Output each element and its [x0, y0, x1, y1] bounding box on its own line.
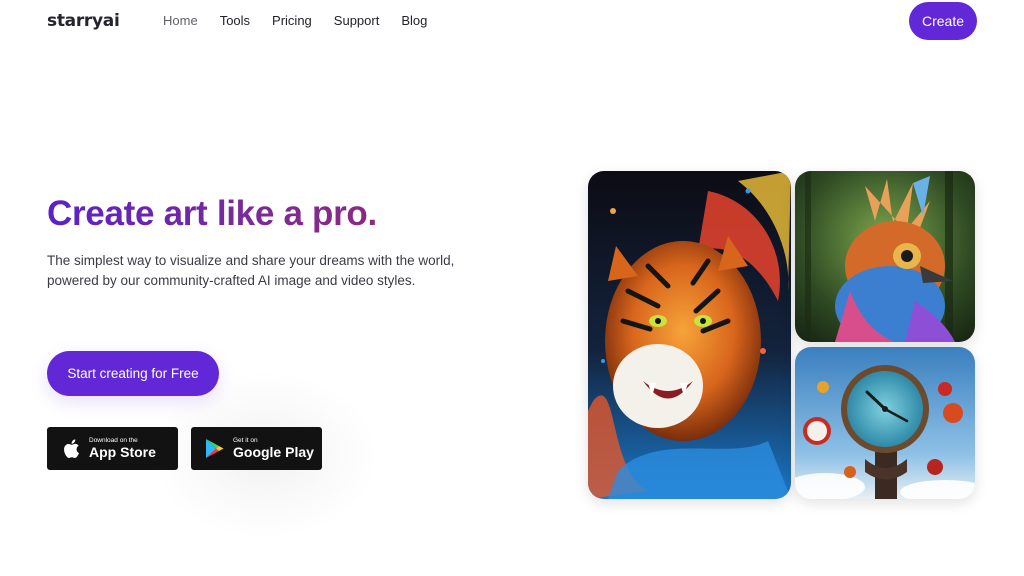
- hero-headline: Create art like a pro.: [47, 194, 377, 233]
- create-button[interactable]: Create: [909, 2, 977, 40]
- google-play-icon: [204, 438, 226, 460]
- apple-icon: [60, 438, 82, 460]
- app-store-caption: Download on the: [89, 437, 138, 444]
- app-store-badge[interactable]: Download on the App Store: [47, 427, 178, 470]
- nav-link-home[interactable]: Home: [163, 13, 198, 28]
- google-play-label: Google Play: [233, 444, 314, 460]
- nav-link-pricing[interactable]: Pricing: [272, 13, 312, 28]
- bird-artwork: [795, 171, 975, 342]
- nav-links: Home Tools Pricing Support Blog: [163, 13, 427, 28]
- top-nav: starryai Home Tools Pricing Support Blog…: [0, 0, 1024, 44]
- tiger-artwork: [588, 171, 791, 499]
- nav-link-blog[interactable]: Blog: [401, 13, 427, 28]
- app-store-label: App Store: [89, 444, 156, 460]
- nav-link-tools[interactable]: Tools: [220, 13, 250, 28]
- google-play-badge[interactable]: Get it on Google Play: [191, 427, 322, 470]
- nav-link-support[interactable]: Support: [334, 13, 380, 28]
- clock-artwork: [795, 347, 975, 499]
- logo[interactable]: starryai: [47, 11, 120, 31]
- start-creating-button[interactable]: Start creating for Free: [47, 351, 219, 396]
- hero-subtitle: The simplest way to visualize and share …: [47, 253, 455, 288]
- google-play-caption: Get it on: [233, 437, 258, 444]
